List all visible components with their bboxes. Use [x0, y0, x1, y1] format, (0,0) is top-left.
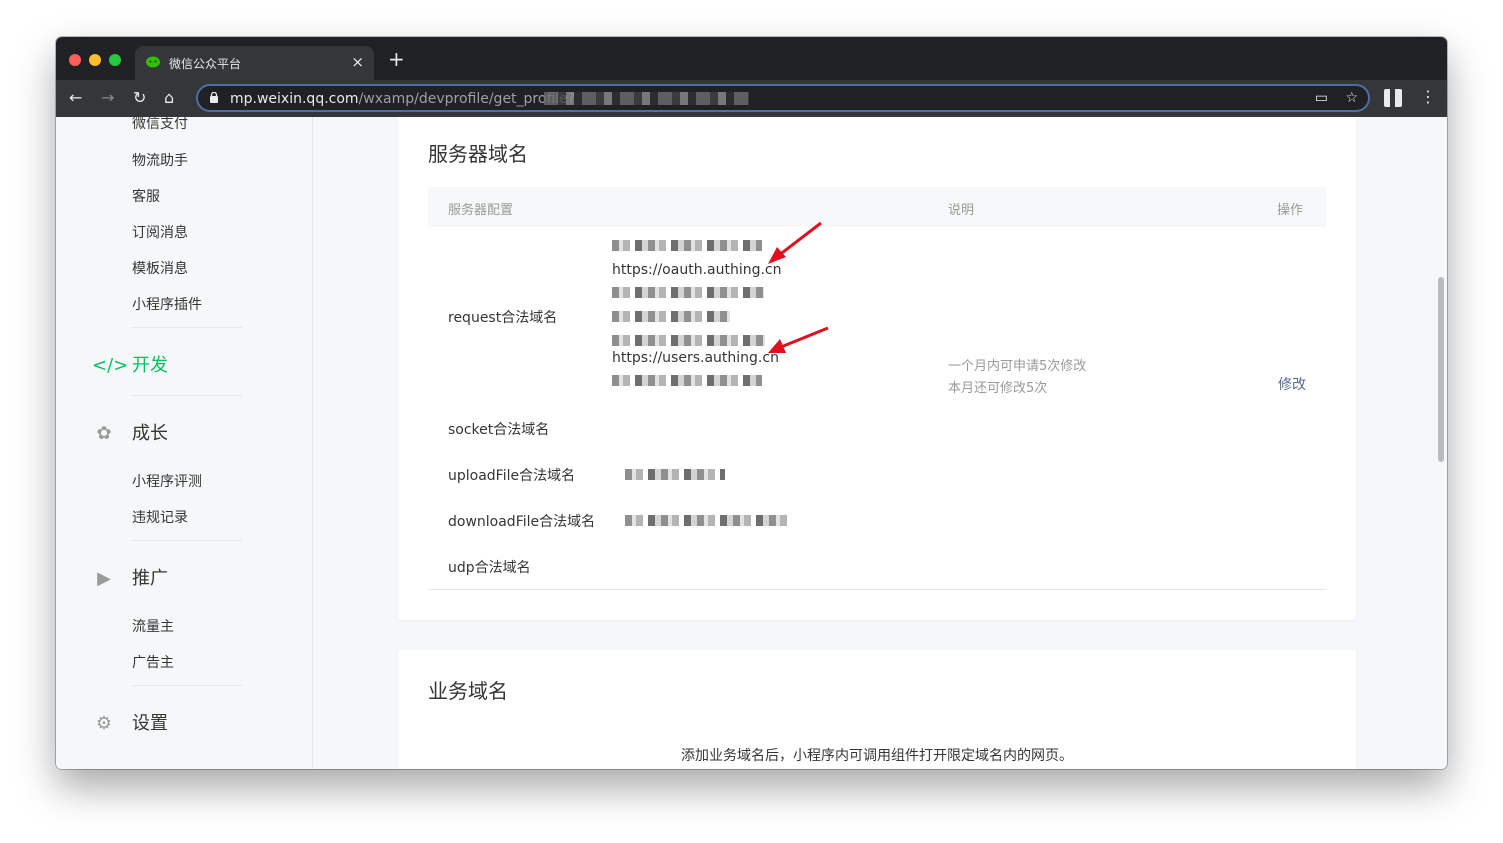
cast-icon[interactable]: ▭	[1315, 90, 1328, 106]
table-header: 服务器配置 说明 操作	[428, 187, 1326, 227]
url-redacted	[544, 92, 749, 105]
modify-limit-note: 一个月内可申请5次修改	[948, 359, 1087, 374]
reload-icon[interactable]: ↻	[133, 88, 146, 108]
row-label-request: request合法域名	[448, 310, 558, 326]
section-title: 业务域名	[428, 679, 508, 703]
sidebar-divider	[132, 327, 242, 328]
sprout-icon: ✿	[96, 423, 112, 444]
page: 微信支付 物流助手 客服 订阅消息 模板消息 小程序插件 </> 开发 ✿ 成长 小…	[56, 117, 1447, 769]
tab-bar: 微信公众平台 × +	[56, 37, 1447, 80]
wechat-icon	[146, 56, 160, 68]
sidebar-divider	[132, 685, 242, 686]
sidebar-divider	[132, 395, 242, 396]
tab-title: 微信公众平台	[169, 57, 242, 71]
sidebar-item-traffic-owner[interactable]: 流量主	[132, 616, 174, 636]
browser-window: 微信公众平台 × + ← → ↻ ⌂ mp.weixin.qq.com/wxam…	[56, 37, 1447, 769]
redacted-domain	[625, 469, 725, 480]
redacted-domain	[612, 335, 765, 346]
remaining-modify-note: 本月还可修改5次	[948, 381, 1048, 396]
extension-icon[interactable]	[1384, 89, 1402, 107]
row-label-download: downloadFile合法域名	[448, 514, 596, 530]
close-window-button[interactable]	[69, 54, 81, 66]
forward-icon[interactable]: →	[101, 88, 114, 108]
redacted-domain	[612, 240, 762, 251]
megaphone-icon: ▶	[97, 568, 111, 589]
header-description: 说明	[948, 203, 975, 218]
minimize-window-button[interactable]	[89, 54, 101, 66]
business-domain-description: 添加业务域名后，小程序内可调用组件打开限定域名内的网页。	[681, 748, 1073, 764]
redacted-domain	[612, 311, 730, 322]
gear-icon: ⚙	[95, 713, 113, 734]
annotation-arrow	[768, 221, 822, 264]
address-bar[interactable]: mp.weixin.qq.com/wxamp/devprofile/get_pr…	[196, 84, 1370, 112]
sidebar-item-wechat-pay[interactable]: 微信支付	[132, 117, 188, 133]
main-content: 服务器域名 服务器配置 说明 操作 request合法域名 https://oa…	[313, 117, 1447, 769]
sidebar-section-growth[interactable]: ✿ 成长	[92, 419, 168, 445]
redacted-domain	[612, 375, 762, 386]
browser-toolbar: ← → ↻ ⌂ mp.weixin.qq.com/wxamp/devprofil…	[56, 80, 1447, 117]
sidebar-item-evaluation[interactable]: 小程序评测	[132, 471, 202, 491]
row-label-upload: uploadFile合法域名	[448, 468, 576, 484]
lock-icon	[210, 92, 218, 103]
url-text: mp.weixin.qq.com/wxamp/devprofile/get_pr…	[230, 91, 576, 107]
sidebar-item-logistics[interactable]: 物流助手	[132, 150, 188, 170]
modify-link[interactable]: 修改	[1278, 374, 1306, 394]
menu-icon[interactable]: ⋮	[1420, 87, 1436, 107]
back-icon[interactable]: ←	[69, 88, 82, 108]
sidebar-item-plugins[interactable]: 小程序插件	[132, 294, 202, 314]
sidebar-section-settings[interactable]: ⚙ 设置	[92, 709, 168, 735]
domain-oauth: https://oauth.authing.cn	[612, 262, 782, 278]
sidebar: 微信支付 物流助手 客服 订阅消息 模板消息 小程序插件 </> 开发 ✿ 成长 小…	[56, 117, 313, 769]
sidebar-item-customer-service[interactable]: 客服	[132, 186, 160, 206]
sidebar-divider	[132, 540, 242, 541]
sidebar-item-template-msg[interactable]: 模板消息	[132, 258, 188, 278]
table-divider	[428, 589, 1326, 590]
sidebar-section-promote[interactable]: ▶ 推广	[92, 564, 168, 590]
section-title: 服务器域名	[428, 142, 528, 166]
business-domain-card: 业务域名 添加业务域名后，小程序内可调用组件打开限定域名内的网页。	[398, 650, 1356, 769]
redacted-domain	[625, 515, 790, 526]
sidebar-section-develop[interactable]: </> 开发	[92, 351, 168, 377]
sidebar-item-subscribe-msg[interactable]: 订阅消息	[132, 222, 188, 242]
home-icon[interactable]: ⌂	[164, 88, 174, 108]
header-config: 服务器配置	[448, 203, 514, 218]
star-icon[interactable]: ☆	[1345, 90, 1358, 106]
sidebar-item-violations[interactable]: 违规记录	[132, 507, 188, 527]
row-label-socket: socket合法域名	[448, 422, 550, 438]
close-tab-icon[interactable]: ×	[351, 53, 364, 71]
sidebar-item-advertiser[interactable]: 广告主	[132, 652, 174, 672]
maximize-window-button[interactable]	[109, 54, 121, 66]
server-domain-card: 服务器域名 服务器配置 说明 操作 request合法域名 https://oa…	[398, 117, 1356, 620]
redacted-domain	[612, 287, 764, 298]
code-icon: </>	[92, 355, 129, 376]
annotation-arrow	[768, 326, 829, 353]
domain-users: https://users.authing.cn	[612, 350, 779, 366]
page-scrollbar[interactable]	[1438, 277, 1444, 462]
row-label-udp: udp合法域名	[448, 560, 531, 576]
tab-wechat[interactable]: 微信公众平台 ×	[135, 46, 374, 80]
new-tab-button[interactable]: +	[388, 49, 405, 69]
header-action: 操作	[1277, 203, 1304, 218]
